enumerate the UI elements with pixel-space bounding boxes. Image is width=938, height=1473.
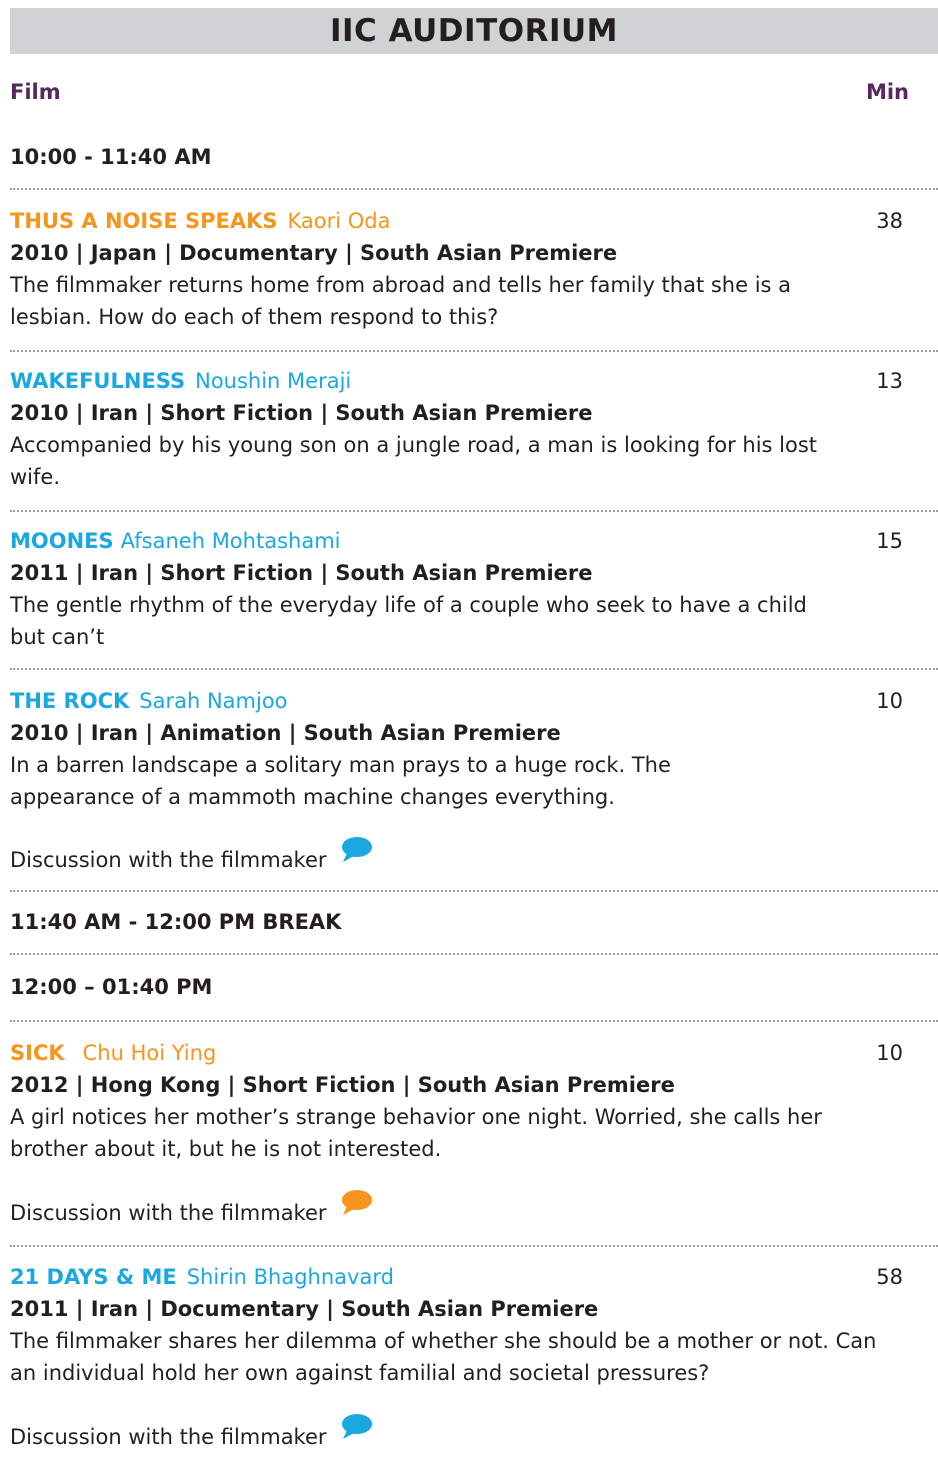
film-director: Noushin Meraji xyxy=(195,369,352,393)
discussion-note: Discussion with the filmmaker xyxy=(10,1414,373,1452)
film-minutes: 15 xyxy=(876,529,903,553)
discussion-note: Discussion with the filmmaker xyxy=(10,1190,373,1228)
film-description: A girl notices her mother’s strange beha… xyxy=(10,1105,822,1161)
dotted-divider xyxy=(10,350,938,352)
film-minutes: 13 xyxy=(876,369,903,393)
film-minutes: 10 xyxy=(876,689,903,713)
film-meta: 2010 | Japan | Documentary | South Asian… xyxy=(10,241,618,265)
film-director: Sarah Namjoo xyxy=(139,689,288,713)
film-entry: SICK Chu Hoi Ying 2012 | Hong Kong | Shor… xyxy=(10,1037,910,1165)
film-description: The filmmaker returns home from abroad a… xyxy=(10,273,792,329)
film-title: SICK xyxy=(10,1041,65,1065)
speech-bubble-icon xyxy=(341,1189,373,1217)
film-entry: MOONES Afsaneh Mohtashami 2011 | Iran | S… xyxy=(10,525,910,653)
film-title-line: SICK Chu Hoi Ying xyxy=(10,1037,910,1069)
film-minutes: 10 xyxy=(876,1041,903,1065)
film-minutes: 38 xyxy=(876,209,903,233)
discussion-label: Discussion with the filmmaker xyxy=(10,1425,327,1449)
film-entry: 21 DAYS & ME Shirin Bhaghnavard 2011 | Ir… xyxy=(10,1261,910,1389)
speech-bubble-icon xyxy=(341,836,373,864)
column-header-min: Min xyxy=(865,80,909,104)
film-description: In a barren landscape a solitary man pra… xyxy=(10,753,671,809)
film-title-line: WAKEFULNESS Noushin Meraji xyxy=(10,365,910,397)
film-description: Accompanied by his young son on a jungle… xyxy=(10,433,818,489)
dotted-divider xyxy=(10,668,938,670)
dotted-divider xyxy=(10,1020,938,1022)
film-title: WAKEFULNESS xyxy=(10,369,186,393)
film-description: The gentle rhythm of the everyday life o… xyxy=(10,593,807,649)
film-entry: THUS A NOISE SPEAKS Kaori Oda 2010 | Japa… xyxy=(10,205,910,333)
film-director: Kaori Oda xyxy=(287,209,391,233)
dotted-divider xyxy=(10,953,938,955)
dotted-divider xyxy=(10,1245,938,1247)
film-title-line: MOONES Afsaneh Mohtashami xyxy=(10,525,910,557)
discussion-label: Discussion with the filmmaker xyxy=(10,1201,327,1225)
film-title-line: THE ROCK Sarah Namjoo xyxy=(10,685,910,717)
film-minutes: 58 xyxy=(876,1265,903,1289)
time-slot: 11:40 AM - 12:00 PM BREAK xyxy=(10,910,342,934)
dotted-divider xyxy=(10,188,938,190)
film-description: The filmmaker shares her dilemma of whet… xyxy=(10,1329,877,1385)
film-title-line: THUS A NOISE SPEAKS Kaori Oda xyxy=(10,205,910,237)
page-title: IIC AUDITORIUM xyxy=(329,13,618,49)
time-slot: 12:00 – 01:40 PM xyxy=(10,975,213,999)
speech-bubble-icon xyxy=(341,1413,373,1441)
discussion-label: Discussion with the filmmaker xyxy=(10,848,327,872)
film-entry: WAKEFULNESS Noushin Meraji 2010 | Iran | … xyxy=(10,365,910,493)
film-director: Chu Hoi Ying xyxy=(82,1041,217,1065)
header-banner: IIC AUDITORIUM xyxy=(10,8,938,54)
film-title: THUS A NOISE SPEAKS xyxy=(10,209,278,233)
film-title: 21 DAYS & ME xyxy=(10,1265,177,1289)
film-title-line: 21 DAYS & ME Shirin Bhaghnavard xyxy=(10,1261,910,1293)
film-title: THE ROCK xyxy=(10,689,130,713)
film-meta: 2011 | Iran | Documentary | South Asian … xyxy=(10,1297,599,1321)
film-director: Shirin Bhaghnavard xyxy=(186,1265,394,1289)
time-slot: 10:00 - 11:40 AM xyxy=(10,145,212,169)
dotted-divider xyxy=(10,890,938,892)
film-meta: 2010 | Iran | Animation | South Asian Pr… xyxy=(10,721,561,745)
film-meta: 2011 | Iran | Short Fiction | South Asia… xyxy=(10,561,593,585)
film-meta: 2010 | Iran | Short Fiction | South Asia… xyxy=(10,401,593,425)
film-director: Afsaneh Mohtashami xyxy=(120,529,341,553)
film-title: MOONES xyxy=(10,529,114,553)
dotted-divider xyxy=(10,510,938,512)
film-meta: 2012 | Hong Kong | Short Fiction | South… xyxy=(10,1073,675,1097)
film-entry: THE ROCK Sarah Namjoo 2010 | Iran | Anima… xyxy=(10,685,910,813)
column-header-film: Film xyxy=(10,80,61,104)
discussion-note: Discussion with the filmmaker xyxy=(10,837,373,875)
